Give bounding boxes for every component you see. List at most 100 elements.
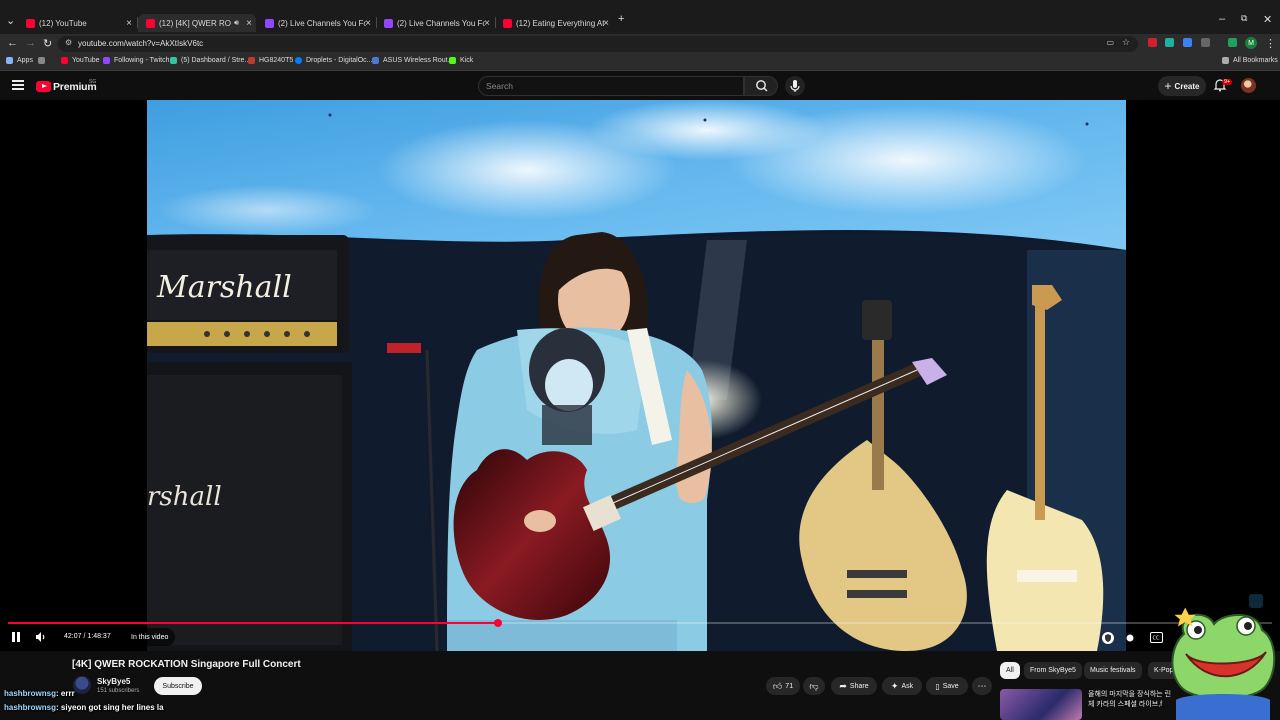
bookmark-all[interactable]: All Bookmarks: [1222, 57, 1278, 64]
bookmark-label: YouTube: [72, 57, 100, 64]
autoplay-toggle[interactable]: [1124, 632, 1136, 646]
channel-avatar[interactable]: [73, 676, 91, 694]
svg-text:rshall: rshall: [147, 482, 222, 512]
search-box[interactable]: [478, 76, 744, 96]
more-horizontal-icon: ⋯: [977, 680, 987, 691]
extension-green-icon[interactable]: [1228, 38, 1237, 47]
chat-username: hashbrownsg: [4, 689, 57, 698]
chip-music-festivals[interactable]: Music festivals: [1084, 662, 1142, 679]
twitch-icon: [265, 18, 274, 28]
close-icon[interactable]: ×: [484, 18, 490, 29]
in-this-video-button[interactable]: In this video: [124, 628, 176, 646]
close-icon[interactable]: ×: [603, 18, 609, 29]
back-icon[interactable]: ←: [7, 37, 18, 49]
restore-icon[interactable]: ⧉: [1241, 13, 1247, 24]
site-info-icon[interactable]: ⚙: [65, 38, 72, 47]
save-button[interactable]: ▯ Save: [926, 677, 968, 695]
bookmark-hg8240t5[interactable]: HG8240T5: [248, 57, 293, 64]
ask-label: Ask: [901, 682, 914, 690]
pause-button[interactable]: [11, 631, 21, 645]
close-icon[interactable]: ×: [246, 18, 252, 29]
bookmark-asus[interactable]: ASUS Wireless Rout...: [372, 57, 453, 64]
dislike-button[interactable]: 👎︎: [803, 677, 825, 695]
bookmark-apps[interactable]: Apps: [6, 57, 33, 64]
subscribe-button[interactable]: Subscribe: [154, 677, 202, 695]
frog-mascot-overlay: [1171, 607, 1276, 720]
tab-eating-everything[interactable]: (12) Eating Everything At Ram ×: [495, 14, 613, 32]
youtube-logo-icon[interactable]: [36, 81, 51, 92]
extension-blue-icon[interactable]: [1183, 38, 1192, 47]
bookmark-dashboard[interactable]: (5) Dashboard / Stre...: [170, 57, 250, 64]
close-icon[interactable]: ×: [126, 18, 132, 29]
bookmark-kick[interactable]: Kick: [449, 57, 473, 64]
new-tab-icon[interactable]: +: [618, 13, 624, 25]
in-this-video-label: In this video: [131, 633, 169, 641]
menu-icon[interactable]: [12, 80, 24, 90]
extensions-puzzle-icon[interactable]: [1201, 38, 1210, 47]
share-label: Share: [849, 682, 869, 690]
bookmark-grid[interactable]: [38, 57, 49, 64]
ask-button[interactable]: ✦ Ask: [882, 677, 922, 695]
chip-from-channel[interactable]: From SkyBye5: [1024, 662, 1082, 679]
tab-search-icon[interactable]: ⌄: [6, 14, 15, 27]
youtube-icon: [146, 18, 155, 28]
youtube-icon: [61, 57, 68, 64]
bookmark-twitch[interactable]: Following - Twitch: [103, 57, 170, 64]
chat-text: siyeon got sing her lines la: [60, 703, 164, 712]
bookmark-youtube[interactable]: YouTube: [61, 57, 100, 64]
search-button[interactable]: [744, 76, 778, 96]
recommended-video-thumbnail[interactable]: [1000, 689, 1082, 720]
tab-twitch-following-1[interactable]: (2) Live Channels You Follow - T ×: [257, 14, 375, 32]
video-title: [4K] QWER ROCKATION Singapore Full Conce…: [72, 659, 301, 670]
bookmark-star-icon[interactable]: ☆: [1122, 37, 1130, 48]
captions-icon: CC: [1150, 632, 1163, 643]
reload-icon[interactable]: ↻: [43, 37, 52, 50]
video-player[interactable]: Marshall rshall 42:07 / 1:48:37 In this …: [0, 100, 1280, 651]
chip-label: All: [1006, 667, 1014, 674]
browser-tab-strip: ⌄ (12) YouTube × (12) [4K] QWER ROCKATIO…: [0, 0, 1280, 34]
progress-played: [8, 622, 499, 624]
video-frame[interactable]: Marshall rshall: [147, 100, 1126, 651]
url-text[interactable]: youtube.com/watch?v=AkXtIskV6tc: [78, 39, 203, 48]
tab-twitch-following-2[interactable]: (2) Live Channels You Follow - T ×: [376, 14, 494, 32]
channel-name[interactable]: SkyBye5: [97, 677, 130, 686]
cast-icon[interactable]: ▭: [1106, 38, 1114, 47]
window-close-icon[interactable]: ✕: [1263, 13, 1272, 26]
minimize-icon[interactable]: –: [1219, 13, 1225, 25]
account-avatar[interactable]: [1241, 78, 1256, 93]
tab-title: (12) [4K] QWER ROCKATION: [159, 18, 231, 28]
progress-bar[interactable]: [8, 619, 1272, 627]
tab-qwer-rockation[interactable]: (12) [4K] QWER ROCKATION 🔊︎ ×: [138, 14, 256, 32]
speaker-icon[interactable]: 🔊︎: [234, 18, 239, 28]
chat-text: errr: [60, 689, 75, 698]
tab-title: (2) Live Channels You Follow - T: [278, 18, 366, 28]
bookmark-label: Kick: [460, 57, 474, 64]
like-button[interactable]: 👍︎ 71: [766, 677, 800, 695]
bookmarks-bar: Apps YouTube Following - Twitch (5) Dash…: [0, 54, 1280, 71]
chip-all[interactable]: All: [1000, 662, 1020, 679]
extension-teal-icon[interactable]: [1165, 38, 1174, 47]
browser-menu-icon[interactable]: ⋮: [1265, 37, 1276, 50]
captions-button[interactable]: CC: [1150, 632, 1163, 645]
address-bar[interactable]: ⚙ youtube.com/watch?v=AkXtIskV6tc ▭ ☆: [58, 36, 1138, 52]
tab-youtube-home[interactable]: (12) YouTube ×: [18, 14, 136, 32]
streamlabs-icon: [170, 57, 177, 64]
extension-red-icon[interactable]: [1148, 38, 1157, 47]
more-actions-button[interactable]: ⋯: [972, 677, 992, 695]
volume-button[interactable]: [35, 631, 47, 645]
forward-icon[interactable]: →: [25, 37, 36, 49]
search-input[interactable]: [486, 81, 726, 91]
chat-message: hashbrownsg: siyeon got sing her lines l…: [4, 703, 164, 712]
chat-username: hashbrownsg: [4, 703, 57, 712]
logo-country-code: SG: [89, 79, 97, 85]
voice-search-button[interactable]: [785, 76, 805, 96]
asus-icon: [372, 57, 379, 64]
create-button[interactable]: + Create: [1158, 76, 1206, 96]
concert-video-frame: Marshall rshall: [147, 100, 1126, 651]
bookmark-droplets[interactable]: Droplets - DigitalOc...: [295, 57, 373, 64]
close-icon[interactable]: ×: [365, 18, 371, 29]
profile-icon[interactable]: M: [1245, 37, 1257, 49]
svg-text:CC: CC: [1153, 636, 1160, 642]
share-button[interactable]: ➦ Share: [831, 677, 877, 695]
premium-shield-button[interactable]: [1102, 632, 1114, 646]
